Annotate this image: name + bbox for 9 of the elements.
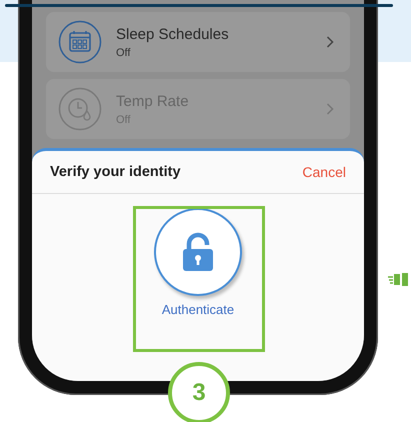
cancel-button[interactable]: Cancel xyxy=(302,164,346,180)
padlock-icon xyxy=(180,232,216,272)
speed-icon xyxy=(388,273,410,286)
setting-card[interactable]: Sleep Schedules Off xyxy=(46,12,350,72)
setting-status: Off xyxy=(116,46,132,58)
chevron-icon xyxy=(326,103,334,115)
sheet-title: Verify your identity xyxy=(50,164,181,180)
setting-title: Sleep Schedules xyxy=(116,26,230,42)
chevron-icon xyxy=(326,36,334,48)
